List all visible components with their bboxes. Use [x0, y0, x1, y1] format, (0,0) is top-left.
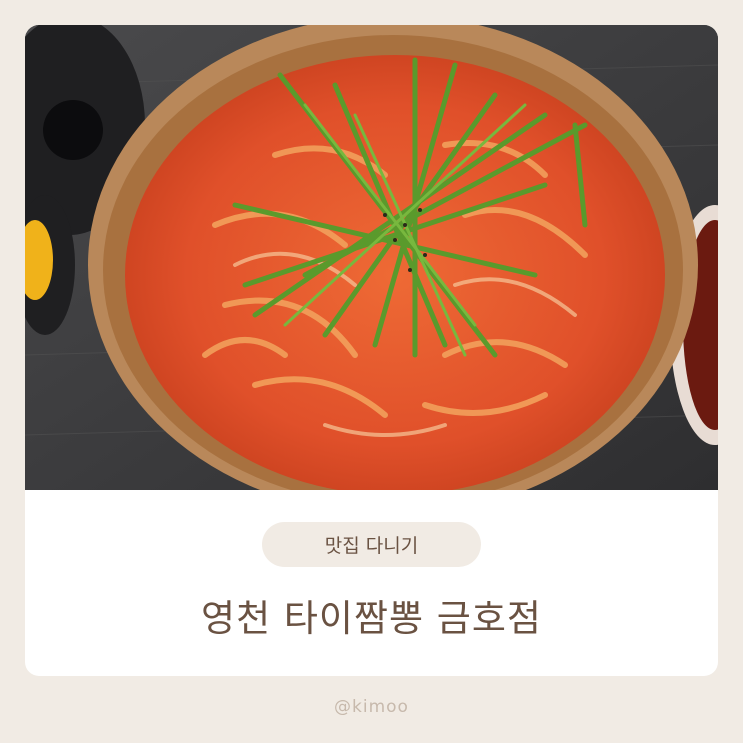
food-photo — [25, 25, 718, 490]
post-title: 영천 타이짬뽕 금호점 — [201, 597, 542, 640]
post-card: 맛집 다니기 영천 타이짬뽕 금호점 — [25, 25, 718, 676]
jjamppong-noodle-soup-bowl-icon — [25, 25, 718, 490]
author-credit: @kimoo — [334, 697, 409, 717]
category-tag-label: 맛집 다니기 — [324, 535, 419, 557]
category-tag: 맛집 다니기 — [262, 522, 481, 567]
